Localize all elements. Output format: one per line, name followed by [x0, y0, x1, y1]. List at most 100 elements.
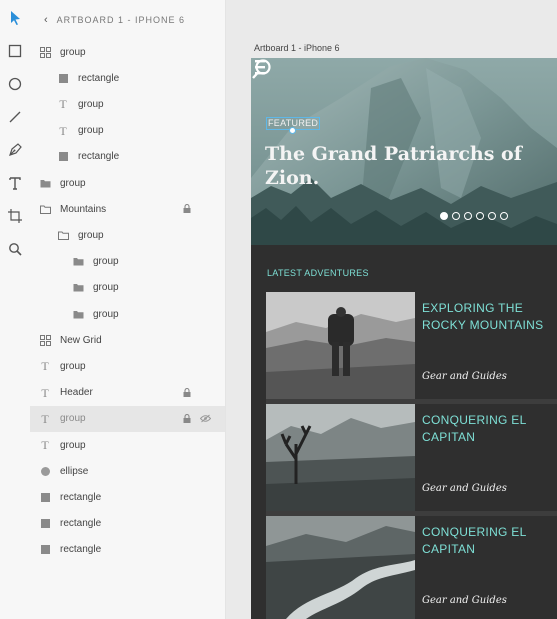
- layer-row[interactable]: New Grid: [30, 327, 225, 353]
- layer-label: group: [93, 256, 119, 268]
- layer-row[interactable]: group: [30, 249, 225, 275]
- layer-label: rectangle: [60, 518, 102, 530]
- line-tool-icon[interactable]: [0, 103, 30, 131]
- layer-label: group: [60, 46, 86, 58]
- lock-icon[interactable]: [183, 387, 191, 397]
- card-subtitle: Gear and Guides: [422, 483, 507, 494]
- layer-row[interactable]: Tgroup: [30, 432, 225, 458]
- rectangle-icon: [57, 151, 69, 163]
- carousel-dot[interactable]: [464, 212, 472, 220]
- artboard[interactable]: FEATURED The Grand Patriarchs of Zion. L…: [251, 58, 557, 619]
- carousel-dot[interactable]: [440, 212, 448, 220]
- layer-label: group: [60, 177, 86, 189]
- selection-handle[interactable]: [289, 127, 296, 134]
- adventure-card[interactable]: CONQUERING EL CAPITAN Gear and Guides: [266, 404, 557, 511]
- layer-row[interactable]: rectangle: [30, 144, 225, 170]
- layer-label: group: [60, 360, 86, 372]
- layer-row[interactable]: Tgroup: [30, 118, 225, 144]
- layer-row[interactable]: T Header: [30, 380, 225, 406]
- layer-label: rectangle: [60, 544, 102, 556]
- text-icon: T: [59, 97, 67, 112]
- carousel-dot[interactable]: [452, 212, 460, 220]
- layer-row[interactable]: rectangle: [30, 484, 225, 510]
- section-title: LATEST ADVENTURES: [267, 268, 369, 278]
- layer-row[interactable]: rectangle: [30, 511, 225, 537]
- layer-row[interactable]: Mountains: [30, 196, 225, 222]
- layer-row[interactable]: ellipse: [30, 458, 225, 484]
- carousel-dot[interactable]: [476, 212, 484, 220]
- chevron-left-icon[interactable]: ‹: [44, 14, 49, 26]
- adventure-card[interactable]: EXPLORING THE ROCKY MOUNTAINS Gear and G…: [266, 292, 557, 399]
- layer-label: rectangle: [78, 72, 120, 84]
- canvas: Artboard 1 - iPhone 6 FEATURED The Grand…: [226, 0, 557, 619]
- layer-row[interactable]: group: [30, 275, 225, 301]
- select-tool-icon[interactable]: [0, 4, 30, 32]
- text-icon: T: [41, 359, 49, 374]
- ellipse-icon: [39, 465, 51, 477]
- menu-icon[interactable]: [251, 58, 265, 76]
- card-image-river: [266, 516, 415, 619]
- layer-label: group: [78, 98, 104, 110]
- layer-row[interactable]: group: [30, 222, 225, 248]
- card-title: CONQUERING EL CAPITAN: [422, 525, 527, 556]
- adventure-card[interactable]: CONQUERING EL CAPITAN Gear and Guides: [266, 516, 557, 619]
- layer-label: group: [93, 308, 119, 320]
- hero-title[interactable]: The Grand Patriarchs of Zion.: [265, 142, 525, 190]
- hero-banner[interactable]: FEATURED The Grand Patriarchs of Zion.: [251, 58, 557, 245]
- layers-panel: ‹ ARTBOARD 1 - IPHONE 6 group rectangle Tg…: [30, 0, 226, 619]
- layer-row[interactable]: rectangle: [30, 537, 225, 563]
- layer-row[interactable]: group: [30, 170, 225, 196]
- card-title: CONQUERING EL CAPITAN: [422, 413, 527, 444]
- carousel-dot[interactable]: [500, 212, 508, 220]
- layer-label: ellipse: [60, 465, 89, 477]
- layer-label: Header: [60, 387, 93, 399]
- folder-icon: [72, 308, 84, 320]
- pen-tool-icon[interactable]: [0, 136, 30, 164]
- ellipse-tool-icon[interactable]: [0, 70, 30, 98]
- carousel-indicators: [440, 212, 508, 220]
- layer-row[interactable]: rectangle: [30, 65, 225, 91]
- layer-label: rectangle: [78, 151, 120, 163]
- zoom-tool-icon[interactable]: [0, 235, 30, 263]
- card-image-desert: [266, 404, 415, 511]
- text-icon: T: [41, 438, 49, 452]
- rectangle-tool-icon[interactable]: [0, 37, 30, 65]
- folder-icon: [72, 256, 84, 268]
- breadcrumb-label: ARTBOARD 1 - IPHONE 6: [56, 15, 186, 25]
- layer-row[interactable]: Tgroup: [30, 91, 225, 117]
- grid-icon: [39, 46, 51, 58]
- lock-icon[interactable]: [183, 413, 191, 423]
- lock-icon[interactable]: [183, 204, 191, 214]
- layer-label: group: [93, 282, 119, 294]
- card-subtitle: Gear and Guides: [422, 371, 507, 382]
- folder-icon: [72, 282, 84, 294]
- grid-icon: [39, 334, 51, 346]
- layer-label: group: [78, 229, 104, 241]
- layer-label: New Grid: [60, 334, 102, 346]
- folder-icon: [39, 177, 51, 189]
- tool-bar: [0, 0, 31, 619]
- artboard-tool-icon[interactable]: [0, 202, 30, 230]
- layer-label: group: [60, 439, 86, 451]
- layer-row[interactable]: group: [30, 301, 225, 327]
- layer-row[interactable]: Tgroup: [30, 405, 225, 432]
- text-icon: T: [59, 123, 67, 138]
- rectangle-icon: [39, 518, 51, 530]
- layer-label: Mountains: [60, 203, 107, 215]
- layer-label: group: [78, 125, 104, 137]
- text-tool-icon[interactable]: [0, 169, 30, 197]
- hidden-eye-icon[interactable]: [199, 414, 212, 423]
- text-icon: T: [41, 385, 49, 400]
- artboard-label[interactable]: Artboard 1 - iPhone 6: [254, 43, 340, 53]
- layer-label: group: [60, 413, 86, 425]
- carousel-dot[interactable]: [488, 212, 496, 220]
- layer-row[interactable]: group: [30, 39, 225, 65]
- layer-row[interactable]: Tgroup: [30, 353, 225, 379]
- text-icon: T: [41, 411, 49, 426]
- card-title: EXPLORING THE ROCKY MOUNTAINS: [422, 301, 544, 332]
- rectangle-icon: [39, 544, 51, 556]
- breadcrumb[interactable]: ‹ ARTBOARD 1 - IPHONE 6: [44, 12, 185, 28]
- layer-label: rectangle: [60, 491, 102, 503]
- rectangle-icon: [39, 491, 51, 503]
- card-image-hiker: [266, 292, 415, 399]
